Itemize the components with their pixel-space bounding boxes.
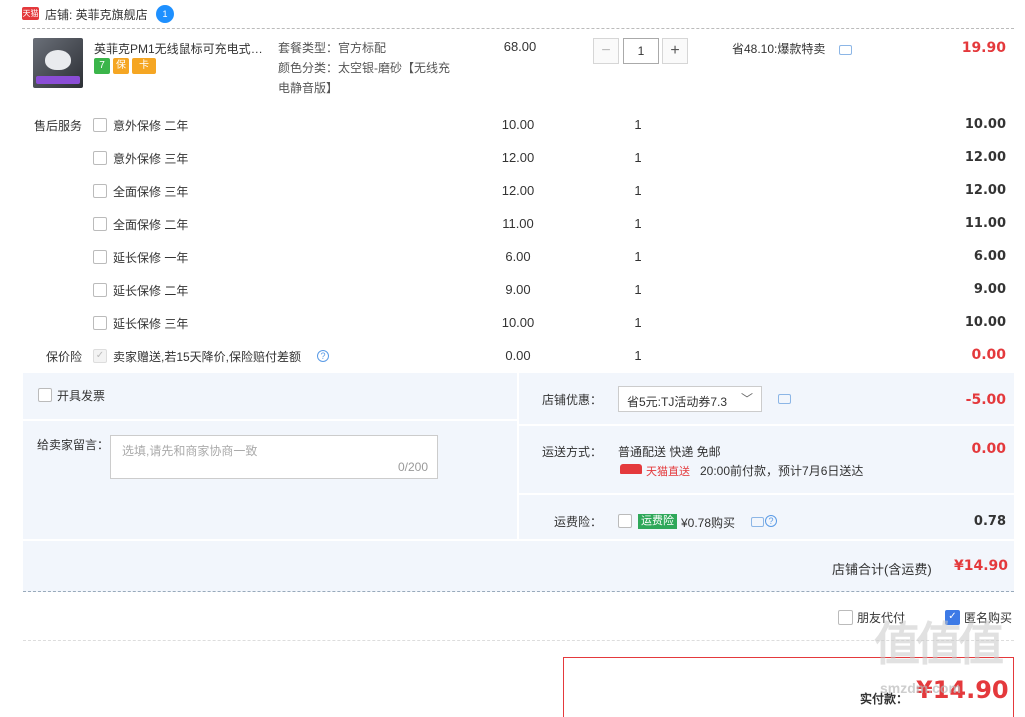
- service-checkbox[interactable]: [93, 118, 107, 132]
- quantity-input[interactable]: 1: [623, 38, 659, 64]
- coupon-amount: -5.00: [965, 392, 1006, 408]
- freight-insurance-price: ¥0.78购买: [681, 516, 736, 530]
- friend-pay-checkbox[interactable]: [838, 610, 853, 625]
- service-price: 6.00: [505, 249, 531, 264]
- shop-total-amount: ¥14.90: [953, 558, 1008, 574]
- price-protect-subtotal: 0.00: [971, 347, 1006, 363]
- product-title-link[interactable]: 英菲克PM1无线鼠标可充电式蓝牙双模静音女生可爱笔记本电脑办公: [94, 40, 274, 57]
- mouse-image-icon: [45, 50, 71, 70]
- service-name: 意外保修 三年: [113, 152, 189, 166]
- service-subtotal: 12.00: [964, 183, 1006, 198]
- credit-card-icon[interactable]: 卡: [132, 58, 156, 74]
- service-name: 延长保修 二年: [113, 284, 189, 298]
- qty-minus-button[interactable]: −: [593, 38, 619, 64]
- message-placeholder: 选填,请先和商家协商一致: [122, 444, 258, 458]
- service-name: 全面保修 三年: [113, 185, 189, 199]
- product-thumbnail[interactable]: [33, 38, 83, 88]
- chat-icon[interactable]: 1: [156, 5, 174, 23]
- service-qty: 1: [634, 183, 642, 198]
- message-textarea[interactable]: 选填,请先和商家协商一致 0/200: [110, 435, 438, 479]
- help-icon[interactable]: ?: [317, 350, 329, 362]
- sku-color-cont: 电静音版】: [278, 81, 339, 95]
- shipping-label: 运送方式：: [542, 445, 603, 459]
- service-price: 12.00: [501, 183, 535, 198]
- guarantee-icon[interactable]: 保: [113, 58, 129, 74]
- shop-header: 天猫 店铺: 英菲克旗舰店 1: [22, 0, 1014, 29]
- service-qty: 1: [634, 216, 642, 231]
- comment-icon[interactable]: [751, 517, 764, 527]
- message-label: 给卖家留言：: [37, 438, 110, 452]
- comment-icon[interactable]: [839, 45, 852, 55]
- service-subtotal: 10.00: [964, 117, 1006, 132]
- freight-insurance-amount: 0.78: [973, 514, 1006, 529]
- invoice-checkbox[interactable]: [38, 388, 52, 402]
- invoice-label: 开具发票: [57, 389, 106, 403]
- service-qty: 1: [634, 117, 642, 132]
- services-label: 售后服务: [34, 119, 83, 133]
- watermark-logo: 值值值: [874, 618, 1004, 670]
- sku-package: 套餐类型：官方标配: [278, 41, 387, 55]
- sku-color: 颜色分类：太空银-磨砂【无线充: [278, 61, 450, 75]
- service-subtotal: 11.00: [964, 216, 1006, 231]
- freight-insurance-checkbox[interactable]: [618, 514, 632, 528]
- quantity-stepper: − 1 +: [593, 38, 689, 64]
- service-qty: 1: [634, 249, 642, 264]
- price-protect-checkbox: ✓: [93, 349, 107, 363]
- service-qty: 1: [634, 150, 642, 165]
- coupon-select[interactable]: 省5元:TJ活动券7.3 ﹀: [618, 386, 762, 412]
- service-name: 全面保修 二年: [113, 218, 189, 232]
- service-name: 延长保修 三年: [113, 317, 189, 331]
- service-name: 延长保修 一年: [113, 251, 189, 265]
- shop-name-link[interactable]: 店铺: 英菲克旗舰店: [45, 6, 148, 23]
- service-checkbox[interactable]: [93, 184, 107, 198]
- service-checkbox[interactable]: [93, 250, 107, 264]
- chevron-down-icon: ﹀: [740, 392, 753, 406]
- shipping-method: 普通配送 快递 免邮: [618, 445, 721, 459]
- service-checkbox[interactable]: [93, 217, 107, 231]
- coupon-selected: 省5元:TJ活动券7.3: [627, 395, 728, 409]
- thumbnail-promo-badge: [36, 76, 80, 84]
- service-qty: 1: [634, 282, 642, 297]
- discount-text: 省48.10:爆款特卖: [732, 42, 826, 56]
- service-subtotal: 6.00: [973, 249, 1006, 264]
- unit-price: 68.00: [503, 39, 537, 54]
- price-protect-text: 卖家赠送,若15天降价,保险赔付差额: [113, 350, 302, 364]
- service-price: 10.00: [501, 117, 535, 132]
- service-subtotal: 12.00: [964, 150, 1006, 165]
- shipping-eta: 20:00前付款，预计7月6日送达: [700, 464, 864, 478]
- service-price: 12.00: [501, 150, 535, 165]
- watermark-url: smzdm.com: [880, 680, 961, 696]
- tmall-direct-text: 天猫直送: [646, 466, 690, 478]
- qty-plus-button[interactable]: +: [662, 38, 688, 64]
- service-price: 9.00: [505, 282, 531, 297]
- comment-icon[interactable]: [778, 394, 791, 404]
- service-subtotal: 9.00: [973, 282, 1006, 297]
- price-protect-qty: 1: [634, 348, 642, 363]
- service-subtotal: 10.00: [964, 315, 1006, 330]
- shipping-amount: 0.00: [971, 441, 1006, 457]
- service-qty: 1: [634, 315, 642, 330]
- help-icon[interactable]: ?: [765, 515, 777, 527]
- coupon-label: 店铺优惠：: [542, 393, 603, 407]
- service-name: 意外保修 二年: [113, 119, 189, 133]
- freight-insurance-label: 运费险：: [554, 515, 603, 529]
- service-price: 10.00: [501, 315, 535, 330]
- price-protect-label: 保价险: [46, 350, 83, 364]
- message-char-count: 0/200: [397, 460, 428, 474]
- divider: [23, 640, 1014, 641]
- price-protect-price: 0.00: [505, 348, 531, 363]
- freight-insurance-badge: 运费险: [638, 514, 677, 529]
- seven-day-return-icon[interactable]: 7: [94, 58, 110, 74]
- service-checkbox[interactable]: [93, 283, 107, 297]
- tmall-cat-icon: [620, 464, 642, 474]
- tmall-logo-icon: 天猫: [22, 7, 39, 20]
- service-checkbox[interactable]: [93, 151, 107, 165]
- item-subtotal: 19.90: [961, 40, 1006, 56]
- service-price: 11.00: [502, 216, 534, 231]
- service-checkbox[interactable]: [93, 316, 107, 330]
- shop-total-label: 店铺合计(含运费): [832, 562, 932, 577]
